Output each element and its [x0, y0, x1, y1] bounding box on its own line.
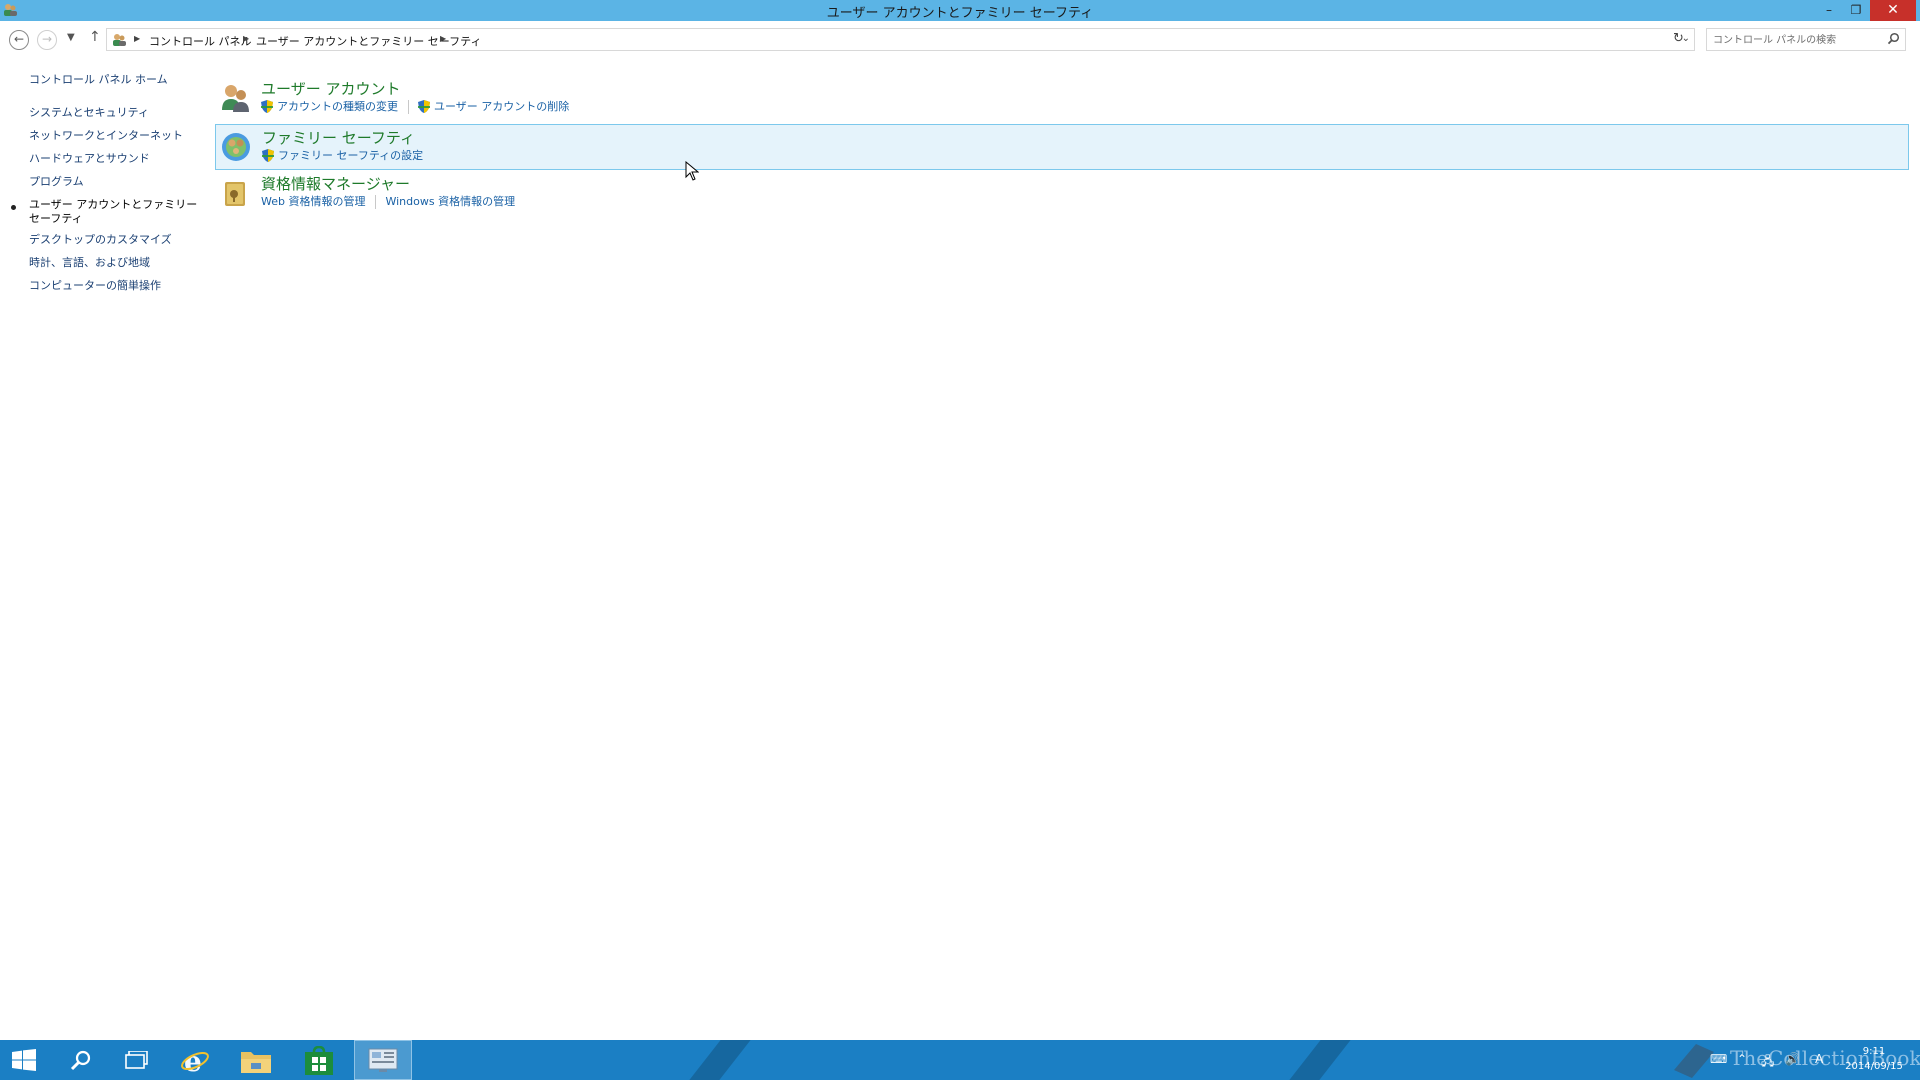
mouse-cursor-icon: [685, 161, 699, 181]
minimize-button[interactable]: –: [1816, 0, 1842, 21]
link-change-account-type[interactable]: アカウントの種類の変更: [277, 100, 398, 114]
network-icon[interactable]: 🖧: [1761, 1052, 1774, 1073]
arrow-right-icon: →: [41, 32, 53, 46]
search-icon: [70, 1050, 91, 1071]
recent-locations-button[interactable]: ▼: [67, 32, 75, 43]
speaker-icon[interactable]: 🔊: [1785, 1052, 1800, 1066]
search-box[interactable]: [1706, 28, 1906, 51]
svg-text:e: e: [184, 1046, 202, 1076]
sidebar-item-desktop-customization[interactable]: デスクトップのカスタマイズ: [29, 233, 199, 247]
control-panel-icon: [368, 1048, 398, 1072]
category-links: アカウントの種類の変更 ユーザー アカウントの削除: [261, 100, 569, 116]
keyboard-icon[interactable]: ⌨: [1710, 1052, 1727, 1066]
task-view-icon: [125, 1051, 148, 1069]
sidebar-item-hardware-sound[interactable]: ハードウェアとサウンド: [29, 152, 199, 166]
title-bar: ユーザー アカウントとファミリー セーフティ – ❐ ✕: [0, 0, 1920, 21]
window-title: ユーザー アカウントとファミリー セーフティ: [826, 6, 1094, 21]
close-button[interactable]: ✕: [1870, 0, 1916, 21]
task-view-button[interactable]: [110, 1040, 166, 1080]
taskbar-decoration: [689, 1040, 751, 1080]
category-links: ファミリー セーフティの設定: [262, 149, 423, 165]
category-title[interactable]: 資格情報マネージャー: [261, 173, 410, 194]
sidebar-item-system-security[interactable]: システムとセキュリティ: [29, 106, 199, 120]
breadcrumb-separator-icon[interactable]: ▶: [243, 34, 249, 43]
taskbar-decoration: [1289, 1040, 1351, 1080]
breadcrumb-separator-icon[interactable]: ▶: [134, 34, 140, 43]
refresh-icon[interactable]: ↻: [1673, 31, 1684, 46]
search-taskbar-button[interactable]: [55, 1040, 111, 1080]
store-button[interactable]: [292, 1040, 348, 1080]
navigation-bar: ← → ▼ ↑ ▶ コントロール パネル ▶ ユーザー アカウントとファミリー …: [0, 26, 1920, 54]
sidebar-item-ease-of-access[interactable]: コンピューターの簡単操作: [29, 279, 199, 293]
uac-shield-icon: [261, 100, 273, 113]
credential-manager-icon: [225, 182, 245, 206]
sidebar-item-network-internet[interactable]: ネットワークとインターネット: [29, 129, 199, 143]
show-hidden-icons-icon[interactable]: ⌃: [1737, 1052, 1747, 1066]
search-input[interactable]: [1711, 31, 1885, 50]
user-accounts-icon: [222, 85, 249, 112]
internet-explorer-icon: e: [181, 1046, 209, 1076]
category-title[interactable]: ファミリー セーフティ: [262, 127, 415, 148]
category-family-safety[interactable]: ファミリー セーフティ ファミリー セーフティの設定: [215, 124, 1909, 170]
folder-icon: [241, 1052, 271, 1073]
chevron-down-icon: ▼: [67, 32, 75, 43]
category-title[interactable]: ユーザー アカウント: [261, 78, 400, 99]
start-button[interactable]: [0, 1040, 56, 1080]
internet-explorer-button[interactable]: e: [168, 1040, 224, 1080]
family-safety-icon: [222, 133, 250, 161]
uac-shield-icon: [262, 149, 274, 162]
link-divider: [408, 100, 409, 114]
current-item-bullet: [11, 205, 16, 210]
breadcrumb-control-panel[interactable]: コントロール パネル: [149, 33, 252, 49]
sidebar-item-control-panel-home[interactable]: コントロール パネル ホーム: [29, 73, 199, 87]
control-panel-taskbar-button[interactable]: [354, 1040, 412, 1080]
category-links: Web 資格情報の管理 Windows 資格情報の管理: [261, 195, 515, 211]
category-user-accounts[interactable]: ユーザー アカウント アカウントの種類の変更 ユーザー アカウントの削除: [215, 76, 1909, 122]
ime-indicator[interactable]: A: [1815, 1052, 1823, 1066]
arrow-left-icon: ←: [13, 32, 25, 46]
category-credential-manager[interactable]: 資格情報マネージャー Web 資格情報の管理 Windows 資格情報の管理: [215, 171, 1909, 217]
clock-date: 2014/09/15: [1845, 1061, 1903, 1072]
taskbar: e TheCollectionBook ⌨ ⌃ 🖧 🔊 A 9:11 2014/…: [0, 1040, 1920, 1080]
file-explorer-button[interactable]: [228, 1040, 284, 1080]
address-bar[interactable]: ▶ コントロール パネル ▶ ユーザー アカウントとファミリー セーフティ ▶ …: [106, 28, 1695, 51]
up-button[interactable]: ↑: [89, 29, 101, 45]
clock[interactable]: 9:11 2014/09/15: [1834, 1044, 1914, 1074]
store-icon: [305, 1046, 333, 1075]
breadcrumb-user-accounts[interactable]: ユーザー アカウントとファミリー セーフティ: [256, 33, 481, 49]
breadcrumb-separator-icon[interactable]: ▶: [440, 34, 446, 43]
back-button[interactable]: ←: [9, 30, 29, 50]
control-panel-users-icon: [113, 34, 126, 46]
link-divider: [375, 195, 377, 209]
arrow-up-icon: ↑: [89, 29, 101, 45]
forward-button[interactable]: →: [37, 30, 57, 50]
search-icon[interactable]: [1887, 32, 1900, 45]
uac-shield-icon: [418, 100, 430, 113]
restore-button[interactable]: ❐: [1843, 0, 1869, 21]
windows-logo-icon: [12, 1049, 36, 1071]
link-manage-windows-credentials[interactable]: Windows 資格情報の管理: [385, 195, 515, 209]
link-remove-user-accounts[interactable]: ユーザー アカウントの削除: [434, 100, 569, 114]
sidebar-item-clock-language-region[interactable]: 時計、言語、および地域: [29, 256, 199, 270]
clock-time: 9:11: [1862, 1046, 1886, 1057]
sidebar-item-programs[interactable]: プログラム: [29, 175, 199, 189]
link-family-safety-settings[interactable]: ファミリー セーフティの設定: [278, 149, 423, 163]
sidebar-item-user-accounts[interactable]: ユーザー アカウントとファミリー セーフティ: [29, 198, 199, 226]
link-manage-web-credentials[interactable]: Web 資格情報の管理: [261, 195, 365, 209]
